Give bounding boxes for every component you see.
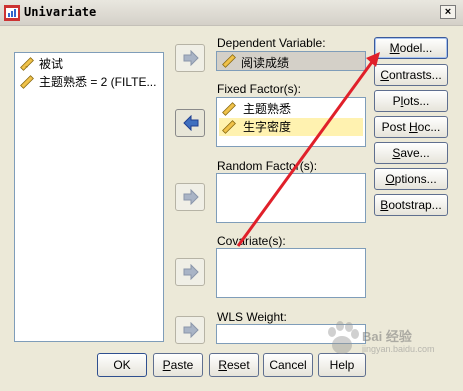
options-button[interactable]: Options...	[374, 168, 448, 190]
post-hoc-button-text-pre: Post	[381, 120, 409, 134]
move-from-fixed-factor-button[interactable]	[175, 109, 205, 137]
model-button-mnemonic: M	[389, 41, 400, 55]
move-to-dependent-button[interactable]	[175, 44, 205, 72]
dependent-variable-value: 阅读成绩	[241, 56, 290, 70]
reset-button[interactable]: Reset	[209, 353, 259, 377]
paste-button[interactable]: Paste	[153, 353, 203, 377]
title-bar[interactable]: Univariate ×	[0, 0, 463, 26]
options-button-text: ptions...	[394, 172, 437, 186]
spss-app-icon	[4, 5, 20, 21]
move-to-covariate-button[interactable]	[175, 258, 205, 286]
model-button-text: odel...	[399, 41, 433, 55]
plots-button-text-post: ots...	[403, 94, 430, 108]
source-variable-list[interactable]: 被试 主题熟悉 = 2 (FILTE...	[14, 52, 164, 342]
variable-label: 主题熟悉 = 2 (FILTE...	[39, 75, 157, 89]
post-hoc-button[interactable]: Post Hoc...	[374, 116, 448, 138]
arrow-right-icon	[183, 50, 199, 66]
save-button-text: ave...	[400, 146, 430, 160]
paste-button-text: aste	[170, 358, 194, 372]
arrow-right-icon	[183, 264, 199, 280]
plots-button-text-pre: P	[392, 94, 401, 108]
contrasts-button[interactable]: Contrasts...	[374, 64, 448, 86]
random-factors-list[interactable]	[216, 173, 366, 223]
factor-label: 主题熟悉	[243, 102, 292, 116]
window-title: Univariate	[24, 5, 97, 19]
bootstrap-button[interactable]: Bootstrap...	[374, 194, 448, 216]
scale-ruler-icon	[222, 102, 236, 116]
reset-button-text: eset	[226, 358, 250, 372]
scale-ruler-icon	[20, 75, 34, 89]
watermark-url: jingyan.baidu.com	[362, 344, 435, 354]
wls-weight-label: WLS Weight:	[217, 310, 287, 324]
arrow-left-icon	[183, 115, 199, 131]
contrasts-button-text: ontrasts...	[388, 68, 442, 82]
close-icon: ×	[444, 6, 452, 18]
close-button[interactable]: ×	[440, 5, 456, 19]
fixed-factors-list[interactable]: 主题熟悉 生字密度	[216, 97, 366, 147]
scale-ruler-icon	[222, 120, 236, 134]
fixed-factors-label: Fixed Factor(s):	[217, 82, 302, 96]
post-hoc-button-mnemonic: H	[409, 120, 418, 134]
factor-label: 生字密度	[243, 120, 292, 134]
list-item[interactable]: 主题熟悉	[219, 100, 363, 118]
list-item[interactable]: 主题熟悉 = 2 (FILTE...	[19, 73, 159, 91]
bootstrap-button-text: ootstrap...	[388, 198, 442, 212]
covariates-label: Covariate(s):	[217, 234, 286, 248]
reset-button-mnemonic: R	[218, 358, 227, 372]
scale-ruler-icon	[20, 57, 34, 71]
random-factors-label: Random Factor(s):	[217, 159, 318, 173]
post-hoc-button-text-post: oc...	[417, 120, 441, 134]
options-button-mnemonic: O	[385, 172, 395, 186]
contrasts-button-mnemonic: C	[380, 68, 389, 82]
arrow-right-icon	[183, 189, 199, 205]
move-to-wls-weight-button[interactable]	[175, 316, 205, 344]
cancel-button[interactable]: Cancel	[263, 353, 313, 377]
covariates-list[interactable]	[216, 248, 366, 298]
plots-button[interactable]: Plots...	[374, 90, 448, 112]
dependent-variable-label: Dependent Variable:	[217, 36, 326, 50]
scale-ruler-icon	[222, 54, 236, 68]
list-item[interactable]: 被试	[19, 55, 159, 73]
dependent-variable-field[interactable]: 阅读成绩	[216, 51, 366, 71]
variable-label: 被试	[39, 57, 64, 71]
paste-button-mnemonic: P	[162, 358, 171, 372]
model-button[interactable]: Model...	[374, 37, 448, 59]
arrow-right-icon	[183, 322, 199, 338]
list-item-selected[interactable]: 生字密度	[219, 118, 363, 136]
watermark-brand: Bai 经验	[362, 329, 412, 344]
move-to-random-factor-button[interactable]	[175, 183, 205, 211]
ok-button[interactable]: OK	[97, 353, 147, 377]
ok-button-label: OK	[113, 358, 131, 372]
save-button[interactable]: Save...	[374, 142, 448, 164]
cancel-button-label: Cancel	[269, 358, 307, 372]
